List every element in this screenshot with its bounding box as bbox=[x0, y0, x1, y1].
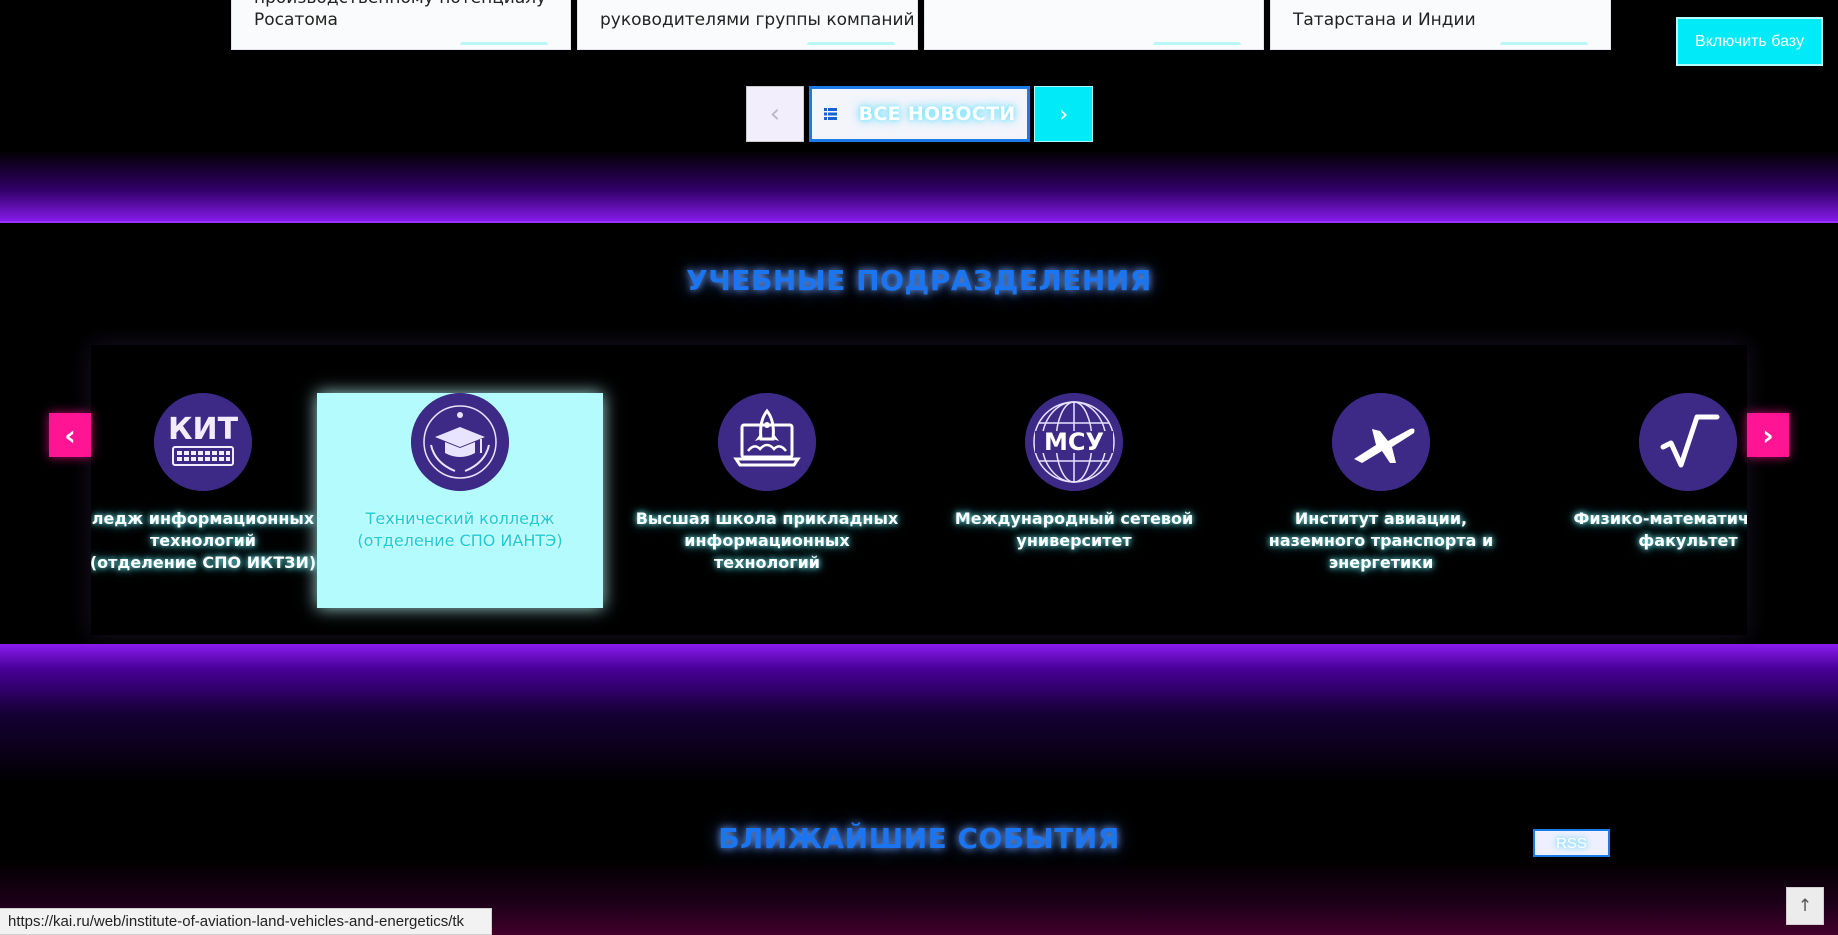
kit-logo-graphic: КИТ bbox=[154, 393, 252, 491]
unit-name-line: энергетики bbox=[1328, 553, 1434, 572]
scroll-top-button[interactable]: ↑ bbox=[1786, 887, 1824, 925]
unit-name-line: наземного транспорта и bbox=[1268, 531, 1494, 550]
msu-globe-graphic: МСУ bbox=[1025, 393, 1123, 491]
airplane-icon bbox=[1332, 393, 1430, 491]
unit-name[interactable]: Технический колледж (отделение СПО ИАНТЭ… bbox=[297, 508, 623, 552]
unit-name-line: университет bbox=[1016, 531, 1132, 550]
news-card-title[interactable]: Татарстана и Индии bbox=[1293, 9, 1476, 31]
graduation-cap-emblem-icon bbox=[411, 393, 509, 491]
unit-name-line: Физико-математический bbox=[1573, 509, 1747, 528]
square-root-icon bbox=[1639, 393, 1737, 491]
unit-name[interactable]: Высшая школа прикладных информационных т… bbox=[604, 508, 930, 574]
unit-name-line: Технический колледж bbox=[365, 509, 555, 528]
news-card[interactable]: Татарстана и Индии bbox=[1270, 0, 1611, 50]
section-divider-line bbox=[0, 221, 1838, 223]
rss-button[interactable]: RSS bbox=[1533, 829, 1610, 857]
chevron-left-icon: ‹ bbox=[64, 418, 76, 452]
kit-logo-icon: КИТ bbox=[154, 393, 252, 491]
unit-name[interactable]: Физико-математический факультет bbox=[1525, 508, 1747, 552]
all-news-label: ВСЕ НОВОСТИ bbox=[858, 103, 1016, 125]
units-carousel: КИТ ледж информационных технологий (отде… bbox=[91, 345, 1747, 635]
unit-item-technical-college[interactable]: Технический колледж (отделение СПО ИАНТЭ… bbox=[317, 345, 603, 635]
news-card[interactable] bbox=[924, 0, 1264, 50]
unit-name-line: технологий bbox=[714, 553, 820, 572]
unit-name-line: факультет bbox=[1638, 531, 1738, 550]
unit-item-msu[interactable]: МСУ Международный сетевой университет bbox=[931, 345, 1217, 635]
unit-item-physics-math-faculty[interactable]: Физико-математический факультет bbox=[1545, 345, 1747, 635]
chevron-right-icon: › bbox=[1762, 418, 1774, 452]
chevron-left-icon: ‹ bbox=[769, 99, 781, 129]
arrow-up-icon: ↑ bbox=[1797, 896, 1813, 916]
units-next-button[interactable]: › bbox=[1747, 413, 1789, 457]
section-divider-glow bbox=[0, 644, 1838, 784]
news-card-title[interactable]: производственному потенциалу Росатома bbox=[254, 0, 546, 31]
browser-status-url: https://kai.ru/web/institute-of-aviation… bbox=[0, 908, 492, 935]
unit-name[interactable]: Институт авиации, наземного транспорта и… bbox=[1218, 508, 1544, 574]
list-icon bbox=[823, 108, 837, 120]
news-card-more-link[interactable] bbox=[1153, 42, 1241, 51]
unit-item-kit[interactable]: КИТ ледж информационных технологий (отде… bbox=[91, 345, 346, 635]
units-section-title: УЧЕБНЫЕ ПОДРАЗДЕЛЕНИЯ bbox=[686, 264, 1152, 297]
svg-text:КИТ: КИТ bbox=[168, 412, 239, 447]
unit-name[interactable]: Международный сетевой университет bbox=[911, 508, 1237, 552]
all-news-button[interactable]: ВСЕ НОВОСТИ bbox=[809, 86, 1030, 142]
news-card[interactable]: производственному потенциалу Росатома bbox=[231, 0, 571, 50]
news-next-button[interactable]: › bbox=[1034, 86, 1093, 142]
unit-name-line: Международный сетевой bbox=[954, 509, 1194, 528]
news-card-title[interactable]: руководителями группы компаний bbox=[600, 9, 915, 31]
news-card[interactable]: руководителями группы компаний bbox=[577, 0, 918, 50]
enable-base-button[interactable]: Включить базу bbox=[1676, 17, 1823, 66]
svg-text:МСУ: МСУ bbox=[1044, 428, 1104, 456]
airplane-graphic bbox=[1332, 393, 1430, 491]
graduation-cap-graphic bbox=[411, 393, 509, 491]
news-card-more-link[interactable] bbox=[460, 42, 548, 51]
news-card-more-link[interactable] bbox=[807, 42, 895, 51]
unit-name-line: Высшая школа прикладных bbox=[635, 509, 899, 528]
square-root-graphic bbox=[1639, 393, 1737, 491]
chevron-right-icon: › bbox=[1058, 100, 1069, 128]
unit-item-aviation-institute[interactable]: Институт авиации, наземного транспорта и… bbox=[1238, 345, 1524, 635]
section-divider-glow bbox=[0, 150, 1838, 223]
unit-name-line: информационных bbox=[684, 531, 850, 550]
laptop-rocket-icon bbox=[718, 393, 816, 491]
unit-item-higher-school-it[interactable]: Высшая школа прикладных информационных т… bbox=[624, 345, 910, 635]
units-prev-button[interactable]: ‹ bbox=[49, 413, 91, 457]
news-card-more-link[interactable] bbox=[1500, 42, 1588, 51]
unit-name-line: (отделение СПО ИАНТЭ) bbox=[357, 531, 563, 550]
laptop-rocket-graphic bbox=[718, 393, 816, 491]
news-prev-button[interactable]: ‹ bbox=[746, 86, 804, 142]
unit-name-line: Институт авиации, bbox=[1294, 509, 1468, 528]
msu-globe-icon: МСУ bbox=[1025, 393, 1123, 491]
